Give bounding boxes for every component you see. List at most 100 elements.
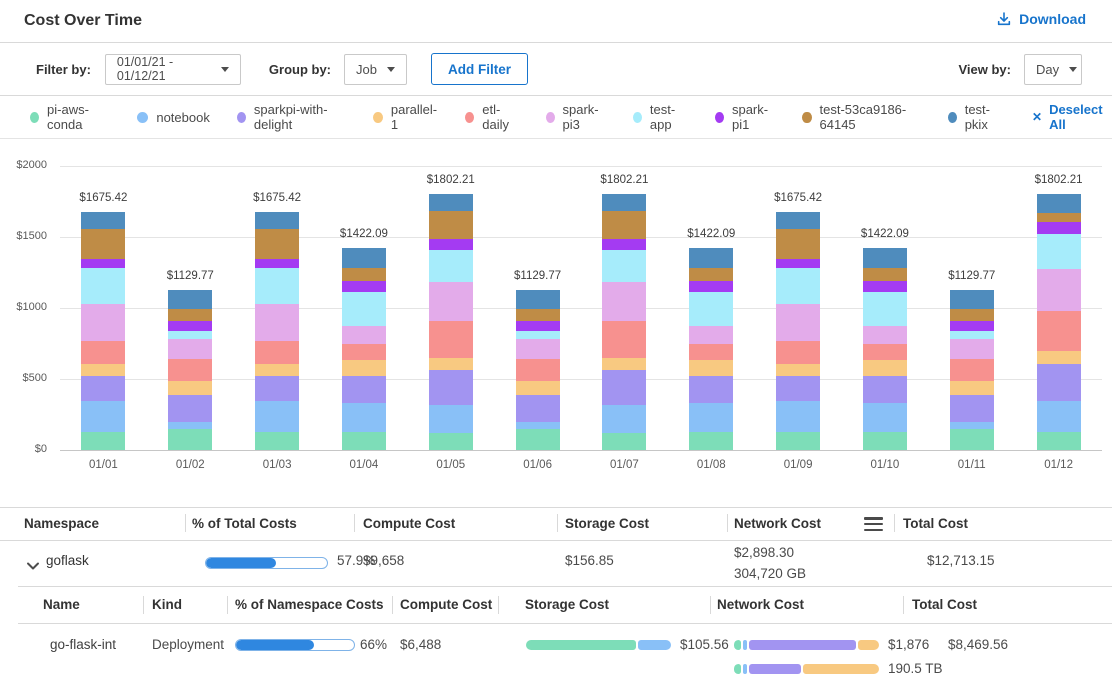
legend-item-test-pkix[interactable]: test-pkix [948,102,1004,132]
bar-segment-spark-pi1[interactable] [689,281,733,291]
bar-segment-test-app[interactable] [1037,234,1081,269]
bar-segment-sparkpi-with-delight[interactable] [602,370,646,405]
bar-segment-notebook[interactable] [516,422,560,430]
bar-segment-pi-aws-conda[interactable] [429,433,473,450]
bar-segment-spark-pi1[interactable] [168,321,212,331]
bar-segment-test-app[interactable] [429,250,473,282]
bar-segment-parallel-1[interactable] [1037,351,1081,364]
bar-segment-spark-pi1[interactable] [950,321,994,331]
bar-segment-test-53ca9186-64145[interactable] [1037,213,1081,223]
namespace-name[interactable]: goflask [46,553,89,568]
col-header-compute-cost[interactable]: Compute Cost [363,516,455,531]
bar-segment-pi-aws-conda[interactable] [863,432,907,450]
bar-segment-notebook[interactable] [255,401,299,432]
bar-segment-spark-pi3[interactable] [950,339,994,360]
bar-segment-pi-aws-conda[interactable] [776,432,820,450]
add-filter-button[interactable]: Add Filter [431,53,528,85]
download-button[interactable]: Download [996,11,1086,27]
bar-segment-pi-aws-conda[interactable] [689,432,733,450]
bar-segment-etl-daily[interactable] [255,341,299,364]
bar-segment-test-pkix[interactable] [342,248,386,268]
bar-segment-spark-pi1[interactable] [342,281,386,291]
bar-segment-test-53ca9186-64145[interactable] [602,211,646,239]
bar-segment-test-pkix[interactable] [81,212,125,229]
bar-segment-pi-aws-conda[interactable] [950,429,994,450]
bar-segment-spark-pi1[interactable] [1037,222,1081,234]
bar-segment-etl-daily[interactable] [602,321,646,358]
bar-segment-spark-pi3[interactable] [429,282,473,320]
bar-segment-test-app[interactable] [689,292,733,326]
bar-segment-test-pkix[interactable] [776,212,820,229]
bar-segment-sparkpi-with-delight[interactable] [168,395,212,421]
legend-item-sparkpi-with-delight[interactable]: sparkpi-with-delight [237,102,346,132]
bar-segment-notebook[interactable] [342,403,386,432]
bar-segment-spark-pi3[interactable] [516,339,560,360]
bar-segment-test-53ca9186-64145[interactable] [168,309,212,321]
legend-item-etl-daily[interactable]: etl-daily [465,102,518,132]
col-header-storage-cost[interactable]: Storage Cost [525,597,609,612]
col-header-namespace[interactable]: Namespace [24,516,99,531]
bar-segment-spark-pi1[interactable] [602,239,646,250]
bar-segment-sparkpi-with-delight[interactable] [81,376,125,401]
bar-segment-test-53ca9186-64145[interactable] [776,229,820,259]
col-header-network-cost[interactable]: Network Cost [717,597,804,612]
bar-segment-pi-aws-conda[interactable] [81,432,125,450]
legend-item-parallel-1[interactable]: parallel-1 [373,102,438,132]
date-range-select[interactable]: 01/01/21 - 01/12/21 [105,54,241,85]
bar-segment-parallel-1[interactable] [255,364,299,376]
bar-segment-test-app[interactable] [950,331,994,339]
bar-segment-test-53ca9186-64145[interactable] [516,309,560,321]
bar-segment-spark-pi3[interactable] [863,326,907,344]
column-menu-icon[interactable] [864,517,883,531]
bar-segment-spark-pi1[interactable] [255,259,299,268]
legend-item-spark-pi1[interactable]: spark-pi1 [715,102,775,132]
col-header-pct-namespace[interactable]: % of Namespace Costs [235,597,384,612]
col-header-total-cost[interactable]: Total Cost [912,597,977,612]
bar-segment-notebook[interactable] [429,405,473,433]
bar-segment-parallel-1[interactable] [602,358,646,370]
bar-segment-test-53ca9186-64145[interactable] [863,268,907,281]
bar-segment-sparkpi-with-delight[interactable] [1037,364,1081,401]
bar-segment-spark-pi3[interactable] [689,326,733,344]
bar-segment-etl-daily[interactable] [950,359,994,381]
bar-segment-parallel-1[interactable] [516,381,560,395]
bar-segment-etl-daily[interactable] [168,359,212,381]
bar-segment-notebook[interactable] [81,401,125,432]
bar-segment-sparkpi-with-delight[interactable] [255,376,299,401]
bar-segment-etl-daily[interactable] [429,321,473,358]
bar-segment-test-pkix[interactable] [863,248,907,268]
bar-segment-spark-pi3[interactable] [1037,269,1081,310]
bar-segment-notebook[interactable] [689,403,733,432]
bar-segment-test-app[interactable] [602,250,646,282]
bar-segment-notebook[interactable] [1037,401,1081,432]
bar-segment-test-pkix[interactable] [950,290,994,309]
bar-segment-sparkpi-with-delight[interactable] [429,370,473,405]
bar-segment-spark-pi1[interactable] [863,281,907,291]
bar-segment-test-pkix[interactable] [689,248,733,268]
col-header-compute-cost[interactable]: Compute Cost [400,597,492,612]
bar-segment-parallel-1[interactable] [776,364,820,376]
bar-segment-sparkpi-with-delight[interactable] [950,395,994,421]
bar-segment-test-app[interactable] [168,331,212,339]
bar-segment-test-pkix[interactable] [602,194,646,211]
bar-segment-test-app[interactable] [81,268,125,303]
bar-segment-notebook[interactable] [863,403,907,432]
bar-segment-parallel-1[interactable] [950,381,994,395]
bar-segment-sparkpi-with-delight[interactable] [689,376,733,403]
bar-segment-pi-aws-conda[interactable] [516,429,560,450]
bar-segment-spark-pi3[interactable] [602,282,646,320]
bar-segment-pi-aws-conda[interactable] [255,432,299,450]
bar-segment-test-app[interactable] [342,292,386,326]
bar-segment-parallel-1[interactable] [689,360,733,377]
bar-segment-test-app[interactable] [516,331,560,339]
bar-segment-spark-pi3[interactable] [81,304,125,341]
bar-segment-test-app[interactable] [776,268,820,303]
bar-segment-spark-pi1[interactable] [776,259,820,268]
legend-item-test-53ca9186-64145[interactable]: test-53ca9186-64145 [802,102,920,132]
legend-item-spark-pi3[interactable]: spark-pi3 [546,102,606,132]
bar-segment-etl-daily[interactable] [516,359,560,381]
bar-segment-test-53ca9186-64145[interactable] [81,229,125,259]
view-by-select[interactable]: Day [1024,54,1082,85]
legend-item-test-app[interactable]: test-app [633,102,688,132]
col-header-name[interactable]: Name [43,597,80,612]
